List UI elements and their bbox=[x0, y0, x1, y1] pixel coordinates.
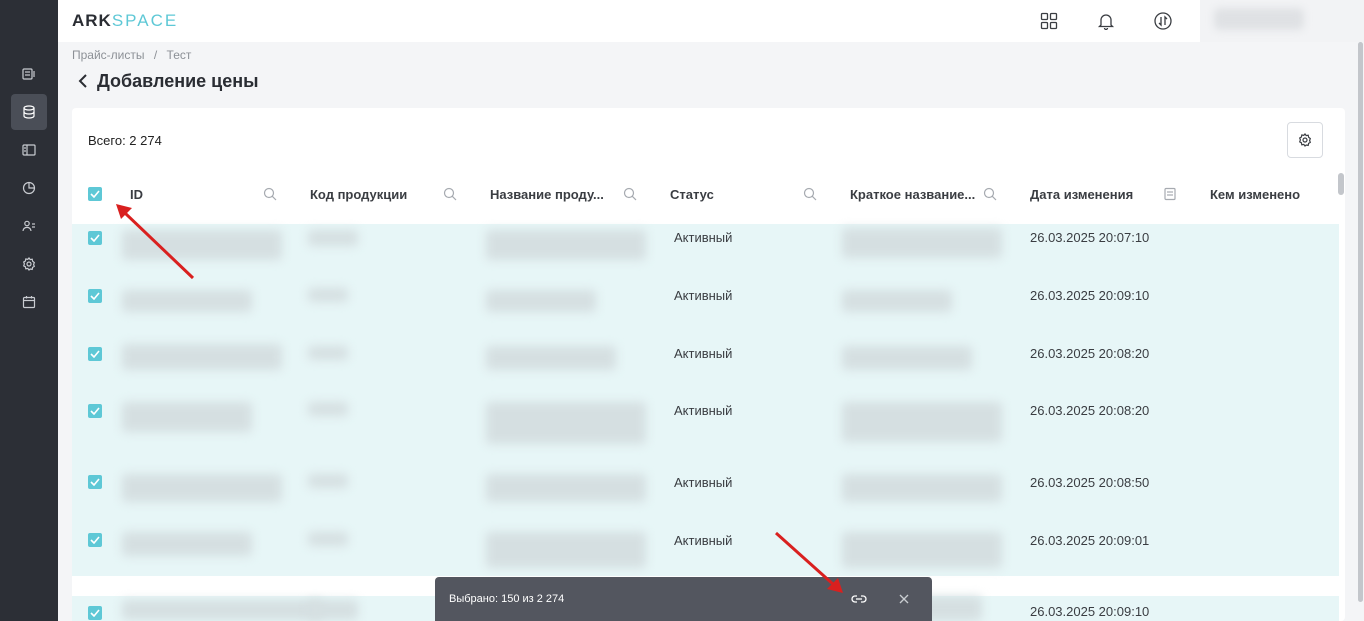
sidebar-item-layout[interactable] bbox=[11, 132, 47, 168]
breadcrumb-item-current[interactable]: Тест bbox=[167, 48, 192, 62]
status-text: Активный bbox=[674, 230, 733, 245]
calendar-filter-icon[interactable] bbox=[1164, 187, 1178, 201]
user-profile[interactable] bbox=[1200, 0, 1364, 42]
sidebar-item-users[interactable] bbox=[11, 208, 47, 244]
table-settings-button[interactable] bbox=[1287, 122, 1323, 158]
column-header-product-code[interactable]: Код продукции bbox=[310, 172, 407, 216]
row-checkbox[interactable] bbox=[88, 347, 102, 361]
modified-date: 26.03.2025 20:08:20 bbox=[1030, 403, 1150, 418]
search-icon[interactable] bbox=[263, 187, 277, 201]
status-text: Активный bbox=[674, 533, 733, 548]
column-header-short-name[interactable]: Краткое название... bbox=[850, 172, 975, 216]
page-title: Добавление цены bbox=[97, 70, 259, 91]
status-text: Активный bbox=[674, 475, 733, 490]
row-checkbox[interactable] bbox=[88, 231, 102, 245]
exchange-icon[interactable] bbox=[1152, 10, 1174, 32]
total-count: Всего: 2 274 bbox=[88, 133, 162, 148]
column-header-product-name[interactable]: Название проду... bbox=[490, 172, 604, 216]
pie-chart-icon bbox=[22, 181, 36, 195]
modified-date: 26.03.2025 20:09:10 bbox=[1030, 604, 1150, 619]
row-checkbox[interactable] bbox=[88, 606, 102, 620]
sidebar-item-calendar[interactable] bbox=[11, 284, 47, 320]
column-header-modified-by[interactable]: Кем изменено bbox=[1210, 172, 1300, 216]
table-row[interactable]: Активный 26.03.2025 20:09:01 bbox=[72, 528, 1339, 576]
sidebar-item-database[interactable] bbox=[11, 94, 47, 130]
status-text: Активный bbox=[674, 346, 733, 361]
table-header: ID Код продукции Название проду... Стату… bbox=[72, 172, 1345, 216]
sidebar-item-reports[interactable] bbox=[11, 170, 47, 206]
row-checkbox[interactable] bbox=[88, 289, 102, 303]
breadcrumb-separator: / bbox=[153, 48, 158, 62]
bell-icon[interactable] bbox=[1095, 10, 1117, 32]
link-icon[interactable] bbox=[849, 591, 869, 607]
selection-bar: Выбрано: 150 из 2 274 bbox=[435, 577, 932, 621]
table-row[interactable]: Активный 26.03.2025 20:07:10 bbox=[72, 224, 1339, 282]
breadcrumb: Прайс-листы / Тест bbox=[72, 48, 197, 62]
sidebar-item-dashboard[interactable] bbox=[11, 56, 47, 92]
title-row: Добавление цены bbox=[74, 70, 258, 92]
calendar-icon bbox=[22, 296, 36, 309]
sidebar bbox=[0, 0, 58, 621]
row-checkbox[interactable] bbox=[88, 404, 102, 418]
close-icon[interactable] bbox=[896, 591, 912, 607]
users-icon bbox=[22, 220, 35, 232]
modified-date: 26.03.2025 20:08:50 bbox=[1030, 475, 1150, 490]
top-header: ARKSPACE bbox=[58, 0, 1364, 42]
column-header-modified-date[interactable]: Дата изменения bbox=[1030, 172, 1133, 216]
row-checkbox[interactable] bbox=[88, 475, 102, 489]
chevron-left-icon[interactable] bbox=[74, 70, 92, 92]
gear-icon bbox=[1298, 133, 1312, 147]
modified-date: 26.03.2025 20:07:10 bbox=[1030, 230, 1150, 245]
page-scrollbar[interactable] bbox=[1358, 42, 1363, 602]
search-icon[interactable] bbox=[623, 187, 637, 201]
select-all-checkbox[interactable] bbox=[88, 187, 102, 201]
search-icon[interactable] bbox=[803, 187, 817, 201]
apps-grid-icon[interactable] bbox=[1038, 10, 1060, 32]
table-card: Всего: 2 274 ID Код продукции Название п… bbox=[72, 108, 1345, 621]
table-row[interactable]: Активный 26.03.2025 20:09:10 bbox=[72, 282, 1339, 340]
row-checkbox[interactable] bbox=[88, 533, 102, 547]
search-icon[interactable] bbox=[443, 187, 457, 201]
search-icon[interactable] bbox=[983, 187, 997, 201]
layout-icon bbox=[22, 144, 36, 156]
monitor-list-icon bbox=[22, 68, 35, 80]
status-text: Активный bbox=[674, 288, 733, 303]
table-row[interactable]: Активный 26.03.2025 20:08:20 bbox=[72, 340, 1339, 398]
avatar bbox=[1214, 8, 1304, 30]
column-header-status[interactable]: Статус bbox=[670, 172, 714, 216]
database-icon bbox=[23, 105, 35, 119]
sidebar-item-settings[interactable] bbox=[11, 246, 47, 282]
gear-icon bbox=[22, 257, 36, 271]
table-row[interactable]: Активный 26.03.2025 20:08:20 bbox=[72, 398, 1339, 470]
modified-date: 26.03.2025 20:09:10 bbox=[1030, 288, 1150, 303]
column-header-id[interactable]: ID bbox=[130, 172, 143, 216]
table-scrollbar[interactable] bbox=[1338, 173, 1344, 195]
modified-date: 26.03.2025 20:09:01 bbox=[1030, 533, 1150, 548]
modified-date: 26.03.2025 20:08:20 bbox=[1030, 346, 1150, 361]
status-text: Активный bbox=[674, 403, 733, 418]
breadcrumb-item-pricelists[interactable]: Прайс-листы bbox=[72, 48, 145, 62]
selection-count: Выбрано: 150 из 2 274 bbox=[449, 593, 565, 605]
table-row[interactable]: Активный 26.03.2025 20:08:50 bbox=[72, 470, 1339, 528]
app-logo[interactable]: ARKSPACE bbox=[72, 11, 178, 31]
